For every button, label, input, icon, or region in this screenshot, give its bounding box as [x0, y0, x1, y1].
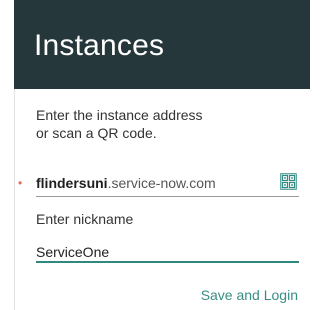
instructions-text: Enter the instance address or scan a QR … — [36, 106, 266, 142]
left-divider — [14, 89, 15, 310]
page-title: Instances — [34, 29, 165, 62]
instructions-line-2: or scan a QR code. — [36, 125, 157, 141]
nickname-label: Enter nickname — [36, 211, 134, 227]
nickname-input[interactable]: ServiceOne — [36, 242, 299, 263]
instance-address-input[interactable]: flindersuni.service-now.com — [36, 170, 299, 197]
instructions-line-1: Enter the instance address — [36, 107, 203, 123]
app-header: Instances — [14, 0, 310, 89]
instance-address-host: flindersuni — [36, 175, 108, 191]
qr-code-icon[interactable] — [280, 173, 297, 190]
instance-address-value[interactable]: flindersuni.service-now.com — [36, 175, 216, 191]
nickname-value[interactable]: ServiceOne — [36, 244, 109, 260]
instances-screen: Instances Enter the instance address or … — [0, 0, 310, 310]
save-and-login-button[interactable]: Save and Login — [201, 287, 298, 303]
instance-address-domain: .service-now.com — [107, 175, 216, 191]
required-marker: • — [18, 176, 23, 190]
